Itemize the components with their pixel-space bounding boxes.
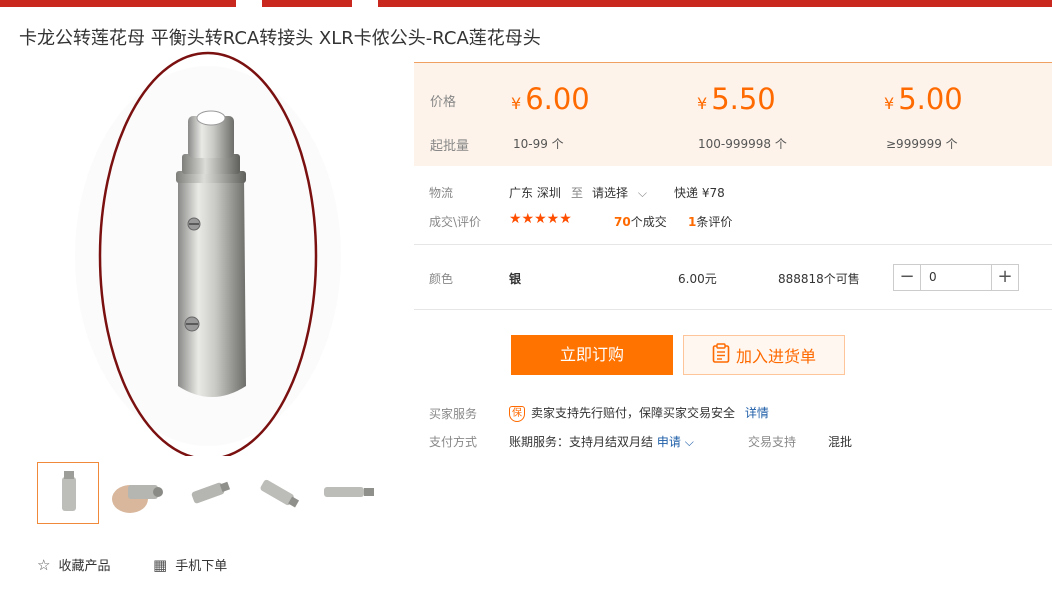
mobile-order-label: 手机下单: [175, 559, 228, 574]
apply-link-label: 申请: [656, 435, 681, 449]
favorite-button[interactable]: ☆ 收藏产品: [37, 555, 111, 575]
payment-description: 账期服务：支持月结双月结: [509, 435, 654, 449]
chevron-down-icon: ⌵: [684, 435, 694, 449]
divider: [414, 309, 1052, 310]
trade-support-value: 混批: [828, 435, 853, 449]
thumbnail[interactable]: [107, 462, 169, 524]
favorite-label: 收藏产品: [58, 559, 111, 574]
service-details-link[interactable]: 详情: [745, 406, 769, 420]
tier-qty: 100-999998 个: [698, 137, 787, 151]
deals-text: 个成交: [630, 215, 667, 229]
reviews-link[interactable]: 1条评价: [688, 213, 732, 230]
clipboard-icon: [712, 343, 730, 367]
price-tier-2: ¥5.50: [697, 82, 776, 116]
chevron-down-icon: ⌵: [637, 186, 647, 200]
currency-symbol: ¥: [511, 94, 522, 113]
logistics-label: 物流: [429, 186, 454, 200]
qrcode-icon: ▦: [153, 555, 168, 574]
tier-price: 5.00: [898, 82, 963, 116]
destination-select-label: 请选择: [592, 186, 629, 200]
variant-price: 6.00元: [678, 272, 717, 286]
quantity-input[interactable]: 0: [921, 265, 991, 290]
quantity-stepper: − 0 +: [893, 264, 1019, 291]
thumbnail[interactable]: [37, 462, 99, 524]
reviews-label: 成交\评价: [429, 215, 482, 229]
top-accent-bar: [0, 0, 1052, 7]
color-label: 颜色: [429, 272, 454, 286]
tier-price: 5.50: [711, 82, 776, 116]
star-outline-icon: ☆: [37, 555, 51, 574]
divider: [414, 244, 1052, 245]
review-text: 条评价: [696, 215, 733, 229]
deals-link[interactable]: 70个成交: [614, 213, 667, 230]
tier-qty: ≥999999 个: [886, 137, 958, 151]
price-tier-1: ¥6.00: [511, 82, 590, 116]
tier-price: 6.00: [525, 82, 590, 116]
buy-now-button[interactable]: 立即订购: [511, 335, 673, 375]
moq-label: 起批量: [430, 139, 470, 154]
tier-qty: 10-99 个: [513, 137, 564, 151]
thumbnail[interactable]: [247, 462, 309, 524]
service-description: 卖家支持先行赔付，保障买家交易安全: [531, 406, 736, 420]
shield-icon: 保: [509, 405, 525, 422]
payment-text: 账期服务：支持月结双月结 申请 ⌵: [509, 433, 694, 450]
ship-to-word: 至: [571, 186, 584, 200]
rating-stars: ★★★★★: [509, 211, 572, 227]
top-bar-segment: [378, 0, 1052, 7]
add-to-cart-label: 加入进货单: [735, 347, 816, 366]
price-tier-3: ¥5.00: [884, 82, 963, 116]
price-box: 价格 起批量 ¥6.00 ¥5.50 ¥5.00 10-99 个 100-999…: [414, 62, 1052, 166]
increment-button[interactable]: +: [991, 265, 1018, 290]
reviews-row: 成交\评价 ★★★★★ 70个成交 1条评价: [414, 211, 1052, 230]
buyer-service-label: 买家服务: [429, 407, 478, 421]
top-bar-segment: [262, 0, 352, 7]
product-main-image[interactable]: [28, 46, 408, 456]
deals-count: 70: [614, 215, 631, 229]
product-gallery: [28, 46, 408, 456]
currency-symbol: ¥: [697, 94, 708, 113]
add-to-cart-button[interactable]: 加入进货单: [683, 335, 845, 375]
destination-select[interactable]: 请选择 ⌵: [592, 184, 647, 201]
trade-support-label: 交易支持: [748, 435, 797, 449]
ship-from: 广东 深圳: [509, 186, 561, 200]
apply-link[interactable]: 申请 ⌵: [657, 435, 694, 449]
shipping-fee: 快递 ¥78: [674, 186, 725, 200]
payment-label: 支付方式: [429, 435, 478, 449]
logistics-row: 物流 广东 深圳 至 请选择 ⌵ 快递 ¥78: [414, 184, 1052, 202]
currency-symbol: ¥: [884, 94, 895, 113]
variant-stock: 888818个可售: [778, 272, 860, 286]
buyer-service-row: 买家服务 保卖家支持先行赔付，保障买家交易安全 详情: [414, 404, 1052, 422]
variant-name: 银: [509, 272, 522, 286]
top-bar-segment: [0, 0, 236, 7]
payment-row: 支付方式 账期服务：支持月结双月结 申请 ⌵ 交易支持 混批: [414, 433, 1052, 451]
decrement-button[interactable]: −: [894, 265, 921, 290]
service-text: 保卖家支持先行赔付，保障买家交易安全 详情: [509, 404, 769, 422]
mobile-order-button[interactable]: ▦ 手机下单: [153, 555, 228, 575]
thumbnail[interactable]: [317, 462, 379, 524]
thumbnail[interactable]: [177, 462, 239, 524]
price-label: 价格: [430, 95, 457, 110]
